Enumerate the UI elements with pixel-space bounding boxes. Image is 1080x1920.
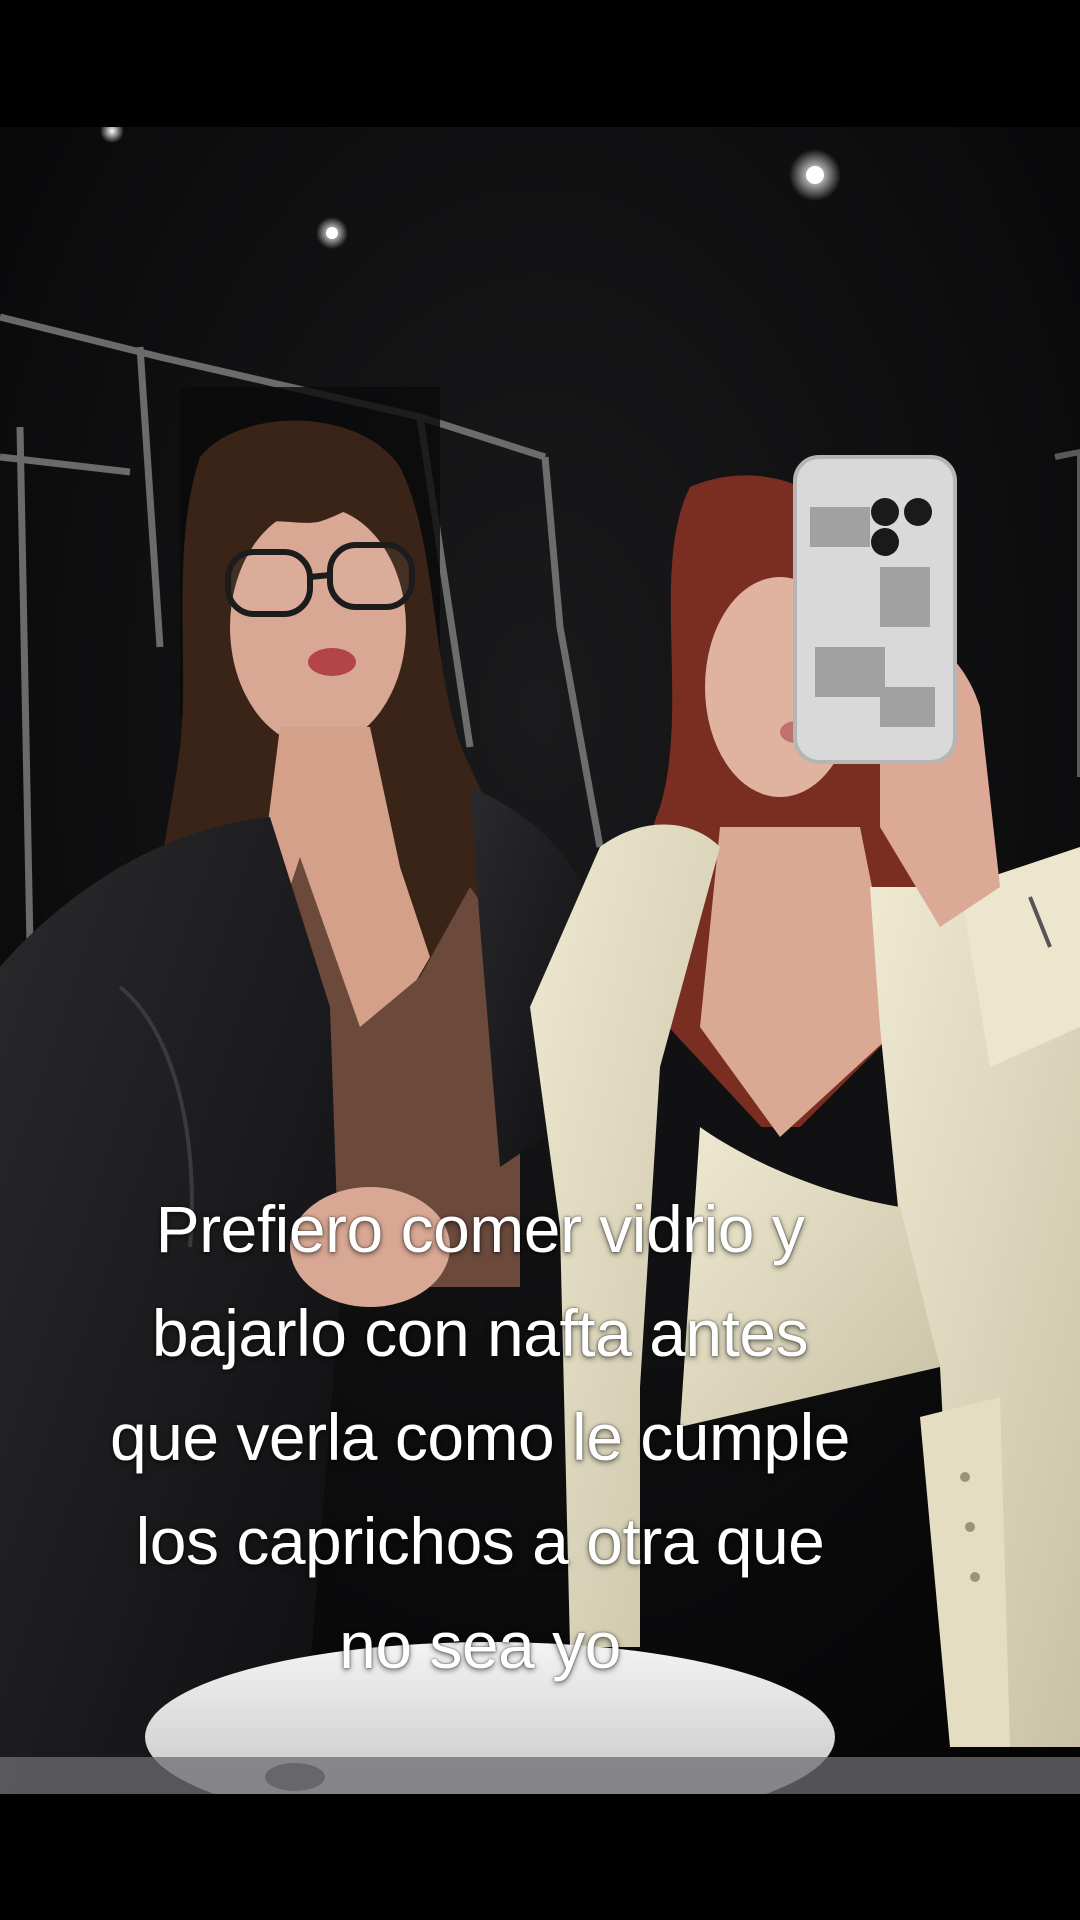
video-frame: Prefiero comer vidrio y bajarlo con naft… [0,0,1080,1920]
letterbox-top [0,0,1080,127]
caption-line: Prefiero comer vidrio y [155,1192,805,1266]
caption-line: no sea yo [339,1608,621,1682]
video-still[interactable]: Prefiero comer vidrio y bajarlo con naft… [0,127,1080,1794]
lips-left [308,648,356,676]
letterbox-bottom [0,1794,1080,1920]
caption-line: que verla como le cumple [109,1400,851,1474]
caption-line: los caprichos a otra que [135,1504,825,1578]
video-caption: Prefiero comer vidrio y bajarlo con naft… [20,1177,940,1697]
counter [0,1757,1080,1794]
caption-line: bajarlo con nafta antes [151,1296,809,1370]
